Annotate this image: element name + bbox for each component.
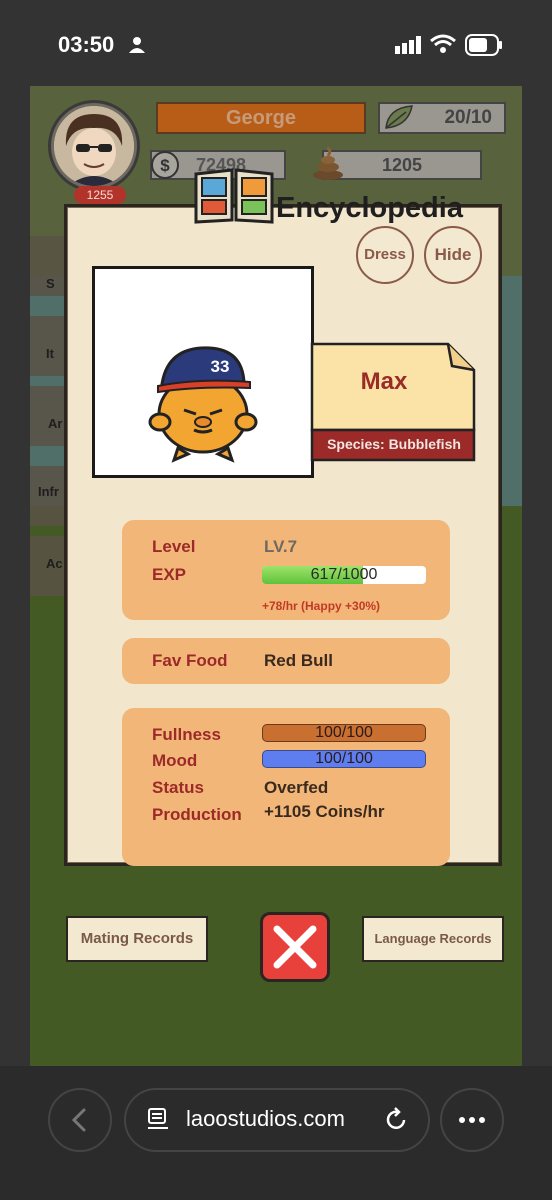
exp-value: 617/1000 <box>310 566 378 583</box>
reload-icon[interactable] <box>384 1106 408 1132</box>
player-name-bar[interactable]: George <box>156 102 366 134</box>
person-icon <box>129 37 145 53</box>
avatar[interactable] <box>54 106 134 186</box>
close-icon <box>273 925 317 969</box>
status-value: Overfed <box>264 778 329 797</box>
svg-text:$: $ <box>160 156 170 175</box>
dress-button[interactable]: Dress <box>356 226 414 284</box>
cap-number-text: 33 <box>211 357 230 376</box>
mood-label: Mood <box>152 751 198 770</box>
leaf-icon <box>385 105 413 129</box>
fav-food-label: Fav Food <box>152 651 228 670</box>
avatar-face-icon <box>54 106 134 186</box>
fullness-value: 100/100 <box>315 724 373 741</box>
level-label: Level <box>152 537 196 556</box>
close-button[interactable] <box>260 912 330 982</box>
clock: 03:50 <box>58 32 115 57</box>
pet-bubblefish-icon: 33 <box>148 346 258 463</box>
more-dots-icon <box>459 1117 485 1123</box>
poop-counter[interactable]: 1205 <box>322 150 482 180</box>
mating-records-button[interactable]: Mating Records <box>66 916 208 962</box>
language-records-button[interactable]: Language Records <box>362 916 504 962</box>
book-icon <box>194 168 274 224</box>
battery-icon <box>465 34 502 56</box>
production-label: Production <box>152 805 242 824</box>
encyclopedia-title: Encyclopedia <box>276 192 463 224</box>
mood-value: 100/100 <box>315 750 373 767</box>
signal-icon <box>395 36 421 54</box>
exp-rate: +78/hr (Happy +30%) <box>262 599 381 613</box>
reader-icon[interactable] <box>146 1106 170 1132</box>
more-button[interactable] <box>440 1088 504 1152</box>
wifi-icon <box>430 34 456 53</box>
pet-species: Species: Bubblefish <box>327 436 461 452</box>
player-level-badge: 1255 <box>74 186 126 204</box>
fav-food-value: Red Bull <box>264 651 333 670</box>
production-value: +1105 Coins/hr <box>264 802 385 821</box>
pet-name: Max <box>360 368 408 395</box>
level-value: LV.7 <box>264 537 298 556</box>
status-label: Status <box>152 778 204 797</box>
fullness-label: Fullness <box>152 725 221 744</box>
coin-icon: $ <box>151 151 179 179</box>
exp-label: EXP <box>152 565 187 584</box>
url-text[interactable]: laoostudios.com <box>186 1106 345 1132</box>
hide-button[interactable]: Hide <box>424 226 482 284</box>
back-button[interactable] <box>48 1088 112 1152</box>
chevron-left-icon <box>71 1108 86 1132</box>
poop-icon <box>313 146 343 180</box>
